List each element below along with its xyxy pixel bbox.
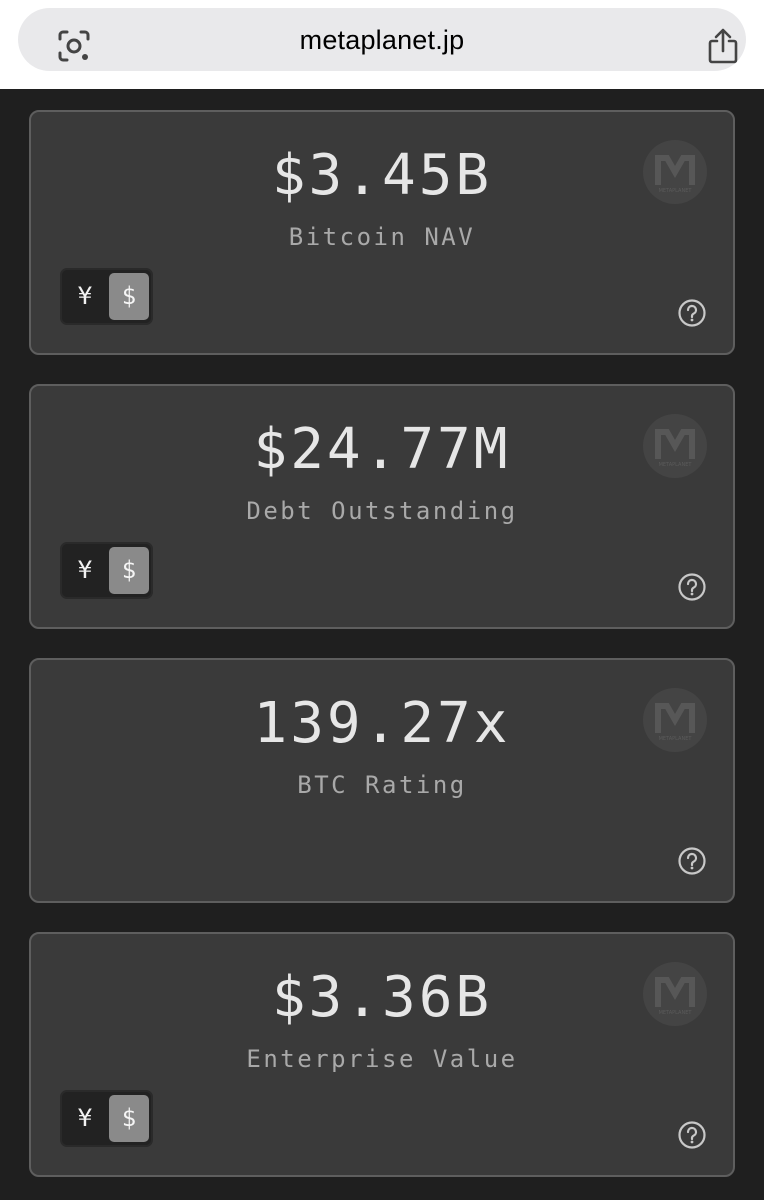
yen-option[interactable]: ¥ (62, 270, 108, 323)
usd-option[interactable]: $ (109, 1095, 149, 1142)
currency-toggle[interactable]: ¥ $ (60, 1090, 153, 1147)
help-icon[interactable] (677, 846, 707, 876)
metric-value: $3.45B (271, 143, 493, 208)
share-icon[interactable] (706, 27, 740, 65)
metaplanet-logo-icon: METAPLANET (643, 688, 707, 752)
metric-value: $3.36B (271, 965, 493, 1030)
metric-label: Enterprise Value (246, 1045, 518, 1073)
metaplanet-logo-icon: METAPLANET (643, 140, 707, 204)
url-text[interactable]: metaplanet.jp (18, 25, 746, 56)
logo-text: METAPLANET (659, 1010, 693, 1016)
metric-card-enterprise-value: $3.36B Enterprise Value METAPLANET ¥ $ (29, 932, 735, 1177)
address-bar[interactable]: metaplanet.jp (18, 8, 746, 71)
currency-toggle[interactable]: ¥ $ (60, 268, 153, 325)
metric-card-debt-outstanding: $24.77M Debt Outstanding METAPLANET ¥ $ (29, 384, 735, 629)
logo-text: METAPLANET (659, 736, 693, 742)
metric-card-btc-rating: 139.27x BTC Rating METAPLANET (29, 658, 735, 903)
usd-option[interactable]: $ (109, 547, 149, 594)
metaplanet-logo-icon: METAPLANET (643, 962, 707, 1026)
currency-toggle[interactable]: ¥ $ (60, 542, 153, 599)
metric-label: BTC Rating (297, 771, 467, 799)
help-icon[interactable] (677, 1120, 707, 1150)
browser-top-bar: metaplanet.jp (0, 0, 764, 89)
help-icon[interactable] (677, 572, 707, 602)
yen-option[interactable]: ¥ (62, 544, 108, 597)
logo-text: METAPLANET (659, 462, 693, 468)
logo-text: METAPLANET (659, 188, 693, 194)
metric-value: 139.27x (253, 691, 511, 756)
help-icon[interactable] (677, 298, 707, 328)
metric-value: $24.77M (253, 417, 511, 482)
metric-label: Bitcoin NAV (288, 223, 476, 251)
metaplanet-logo-icon: METAPLANET (643, 414, 707, 478)
usd-option[interactable]: $ (109, 273, 149, 320)
yen-option[interactable]: ¥ (62, 1092, 108, 1145)
metric-card-bitcoin-nav: $3.45B Bitcoin NAV METAPLANET ¥ $ (29, 110, 735, 355)
metric-label: Debt Outstanding (246, 497, 518, 525)
